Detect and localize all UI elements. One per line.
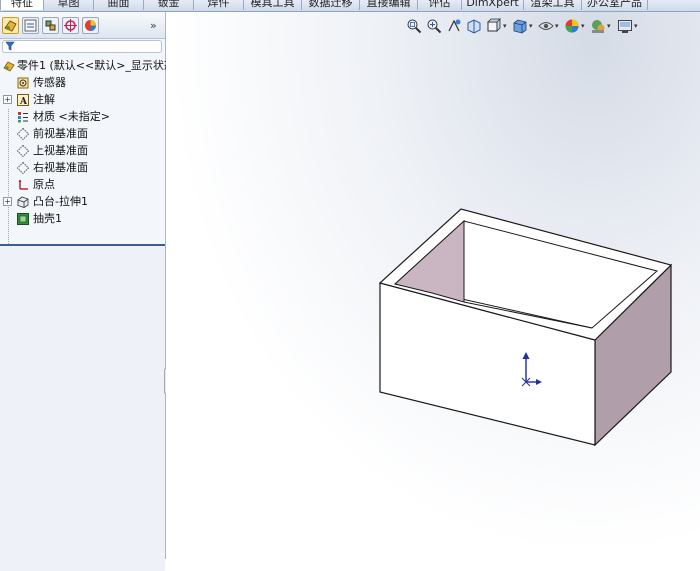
command-tab[interactable]: 钣金: [144, 0, 194, 10]
part-icon: [3, 60, 15, 72]
tree-item-label: 抽壳1: [33, 212, 62, 225]
panel-empty-area: [0, 246, 165, 571]
tree-root-label: 零件1 (默认<<默认>_显示状态: [17, 59, 175, 72]
annotation-icon: A: [17, 94, 29, 107]
command-tab[interactable]: 评估: [418, 0, 462, 10]
tree-connector-line: [8, 109, 9, 254]
svg-text:A: A: [19, 97, 28, 106]
model-view[interactable]: [166, 12, 700, 559]
plane-icon: [16, 144, 30, 158]
command-tab[interactable]: 直接编辑: [360, 0, 418, 10]
command-tab[interactable]: 曲面: [94, 0, 144, 10]
graphics-area[interactable]: ▾ ▾ ▾ ▾ ▾ ▾: [166, 12, 700, 559]
tree-item-label: 原点: [33, 178, 55, 191]
command-tab[interactable]: 特征: [0, 0, 44, 10]
shell-icon: [17, 213, 29, 225]
tree-item-label: 前视基准面: [33, 127, 88, 140]
tree-item-label: 上视基准面: [33, 144, 88, 157]
origin-icon: [17, 179, 28, 190]
plane-icon: [16, 161, 30, 175]
panel-expand-button[interactable]: »: [150, 19, 157, 32]
command-tab[interactable]: 模具工具: [244, 0, 302, 10]
command-tab[interactable]: 数据迁移: [302, 0, 360, 10]
tree-item-label: 右视基准面: [33, 161, 88, 174]
command-manager-tabs: 特征 草图 曲面 钣金 焊件 模具工具 数据迁移 直接编辑 评估 DimXpert 渲染工具 办公室产…: [0, 0, 700, 12]
tree-item-label: 传感器: [33, 76, 66, 89]
command-tab[interactable]: DimXpert: [462, 0, 524, 10]
property-manager-icon[interactable]: [22, 17, 39, 34]
command-tab[interactable]: 渲染工具: [524, 0, 582, 10]
sensor-icon: [17, 77, 29, 89]
feature-manager-icon[interactable]: [2, 17, 19, 34]
tree-filter-input[interactable]: [2, 40, 162, 53]
plane-icon: [16, 127, 30, 141]
tree-item-label: 注解: [33, 93, 55, 106]
dimxpert-manager-icon[interactable]: [62, 17, 79, 34]
display-manager-icon[interactable]: [82, 17, 99, 34]
filter-icon: [5, 41, 15, 54]
material-icon: [17, 111, 28, 123]
tree-item-label: 材质 <未指定>: [33, 110, 110, 123]
feature-manager-panel: » 零件1 (默认<<默认>_显示状态 传感器 + A 注解 材质 <未指定> …: [0, 12, 175, 571]
tree-item-label: 凸台-拉伸1: [33, 195, 88, 208]
expand-plus-icon[interactable]: +: [3, 95, 12, 104]
expand-plus-icon[interactable]: +: [3, 197, 12, 206]
panel-tab-toolbar: »: [0, 12, 165, 39]
extrude-icon: [17, 196, 29, 208]
command-tab[interactable]: 焊件: [194, 0, 244, 10]
configuration-manager-icon[interactable]: [42, 17, 59, 34]
command-tab[interactable]: 办公室产品: [582, 0, 648, 10]
command-tab[interactable]: 草图: [44, 0, 94, 10]
